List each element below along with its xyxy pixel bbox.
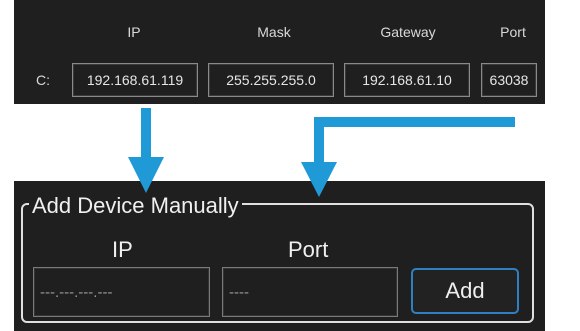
row-label: C: <box>36 72 50 88</box>
add-device-panel: Add Device Manually IP Port Add <box>14 181 545 331</box>
port-input[interactable] <box>222 267 398 317</box>
add-button[interactable]: Add <box>411 268 519 314</box>
gateway-column-header: Gateway <box>380 24 436 40</box>
port-field[interactable] <box>481 63 537 97</box>
port-column-header: Port <box>500 24 526 40</box>
ip-address-input[interactable] <box>33 267 210 317</box>
ip-field[interactable] <box>72 63 198 97</box>
ip-label: IP <box>112 237 133 262</box>
port-label: Port <box>288 237 329 262</box>
network-settings-panel: IP Mask Gateway Port C: <box>14 0 545 104</box>
gateway-field[interactable] <box>344 63 470 97</box>
add-device-title: Add Device Manually <box>29 193 242 219</box>
mask-column-header: Mask <box>257 24 291 40</box>
ip-column-header: IP <box>127 24 141 40</box>
mask-field[interactable] <box>208 63 334 97</box>
